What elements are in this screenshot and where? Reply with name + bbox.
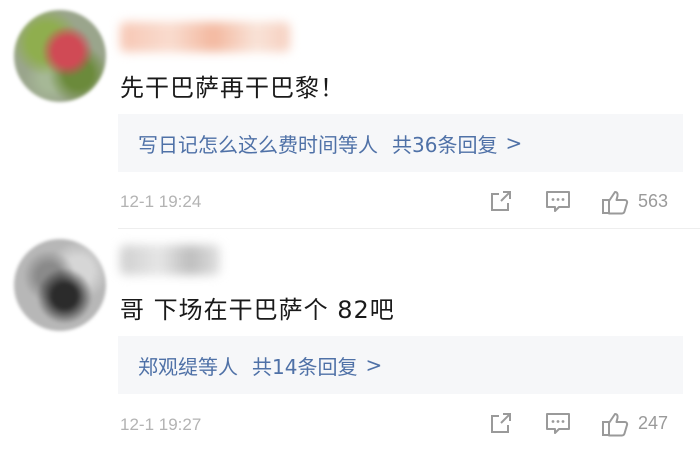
replies-link[interactable]: 郑观缇等人 共14条回复 > [118,336,683,394]
comment-actions: 247 [0,411,700,437]
comment-icon[interactable] [544,411,572,437]
like-icon[interactable] [601,189,629,215]
comment-text: 先干巴萨再干巴黎！ [120,74,345,102]
share-icon[interactable] [487,189,515,215]
chevron-right-icon: > [505,131,523,155]
reply-names: 郑观缇等人 [138,354,238,379]
reply-count: 共36条回复 [392,132,498,157]
reply-names: 写日记怎么这么费时间等人 [138,132,378,157]
comment-item: 先干巴萨再干巴黎！ 写日记怎么这么费时间等人 共36条回复 > 12-1 19:… [0,0,700,228]
like-count: 247 [638,413,669,433]
comment-icon[interactable] [544,189,572,215]
like-icon[interactable] [601,411,629,437]
avatar[interactable] [14,239,106,331]
reply-count: 共14条回复 [252,354,358,379]
like-count: 563 [638,191,669,211]
share-icon[interactable] [487,411,515,437]
avatar[interactable] [14,10,106,102]
comment-actions: 563 [0,189,700,215]
replies-link[interactable]: 写日记怎么这么费时间等人 共36条回复 > [118,114,683,172]
chevron-right-icon: > [365,353,383,377]
comment-item: 哥 下场在干巴萨个 82吧 郑观缇等人 共14条回复 > 12-1 19:27 [0,229,700,452]
username-blurred[interactable] [120,245,220,275]
comment-text: 哥 下场在干巴萨个 82吧 [120,296,395,324]
username-blurred[interactable] [120,22,290,52]
